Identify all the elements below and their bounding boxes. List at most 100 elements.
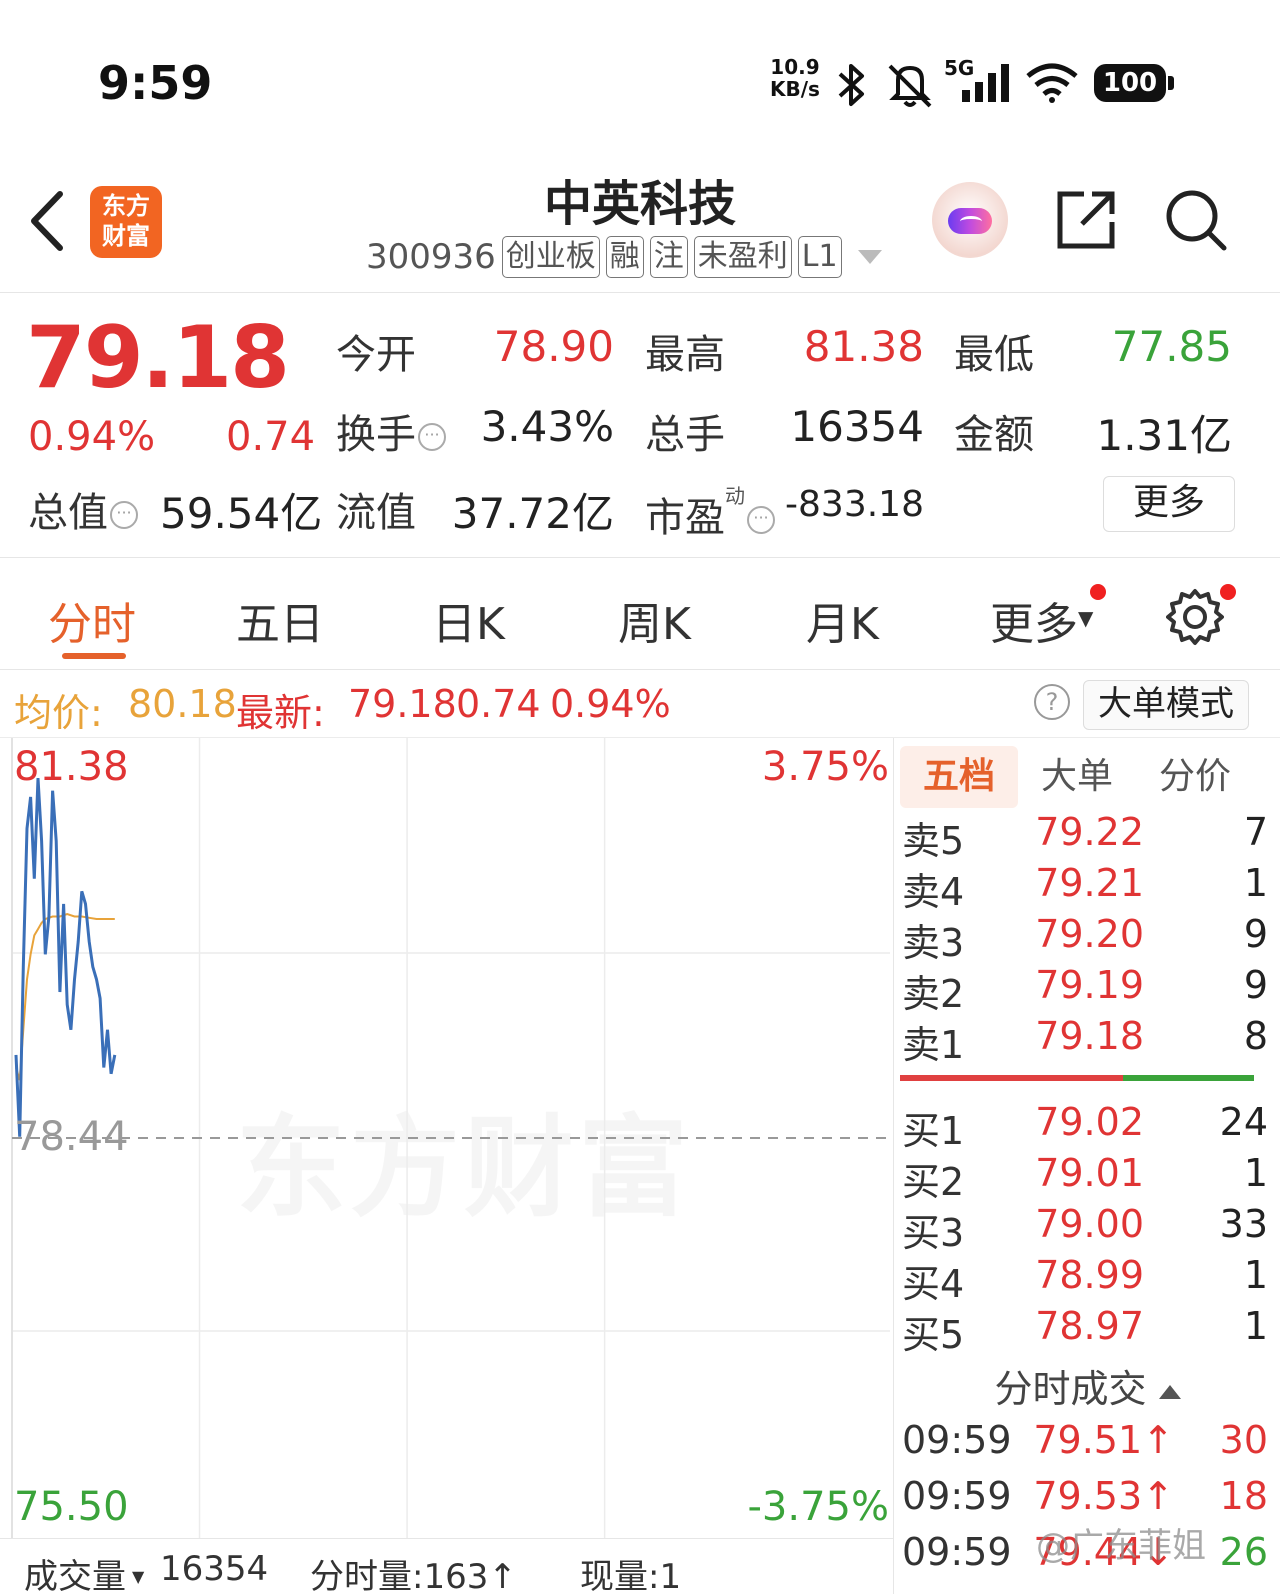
gear-icon[interactable] — [1166, 588, 1224, 646]
assistant-robot-icon[interactable] — [932, 182, 1008, 258]
minute-volume: 分时量:163↑ — [310, 1557, 517, 1594]
info-icon[interactable]: ··· — [110, 501, 138, 529]
tab-price-distribution[interactable]: 分价 — [1136, 746, 1254, 808]
info-icon[interactable]: ··· — [747, 506, 775, 534]
header: 东方 财富 中英科技 300936 创业板 融 注 未盈利 L1 — [0, 150, 1280, 293]
bid-volume: 33 — [1219, 1202, 1268, 1246]
bid-price: 79.02 — [1035, 1100, 1144, 1144]
last-price: 79.18 — [26, 308, 290, 408]
search-icon[interactable] — [1164, 188, 1228, 252]
high-label: 最高 — [645, 332, 725, 378]
turnover-value: 3.43% — [480, 402, 614, 451]
status-bar: 9:59 10.9 KB/s 5G 100 — [0, 0, 1280, 150]
mktcap-label[interactable]: 总值 ··· — [28, 480, 138, 538]
y-right-max-label: 3.75% — [761, 744, 889, 790]
pe-value: -833.18 — [785, 484, 924, 525]
stock-code: 300936 — [366, 237, 496, 277]
bid-row: 买5 78.97 1 — [902, 1304, 1274, 1357]
ask-price: 79.19 — [1035, 963, 1144, 1007]
weibo-watermark: @广东菲姐 — [1036, 1526, 1206, 1566]
tab-five-levels[interactable]: 五档 — [900, 746, 1018, 808]
pct-change: 0.94% — [28, 414, 156, 460]
trade-price: 79.51↑ — [1033, 1418, 1174, 1462]
active-tab-indicator — [62, 653, 126, 659]
ask-row: 卖4 79.21 1 — [902, 861, 1274, 914]
chevron-down-icon[interactable] — [857, 250, 882, 264]
trade-volume: 26 — [1219, 1530, 1268, 1574]
caret-down-icon: ▼ — [132, 1567, 145, 1586]
tab-big-orders[interactable]: 大单 — [1018, 746, 1136, 808]
tab-five-day[interactable]: 五日 — [236, 588, 324, 652]
bid-label: 买1 — [902, 1109, 965, 1153]
tab-intraday[interactable]: 分时 — [48, 588, 136, 652]
bid-row: 买3 79.00 33 — [902, 1202, 1274, 1255]
stock-subtitle[interactable]: 300936 创业板 融 注 未盈利 L1 — [366, 236, 882, 278]
chart-canvas — [11, 738, 890, 1538]
tab-more[interactable]: 更多▼ — [990, 588, 1093, 652]
trade-time: 09:59 — [902, 1418, 1012, 1462]
ask-row: 卖2 79.19 9 — [902, 963, 1274, 1016]
tag-level: L1 — [797, 236, 842, 278]
bid-volume: 1 — [1243, 1253, 1268, 1297]
volume-label: 总手 — [645, 412, 725, 458]
trade-price: 79.53↑ — [1033, 1474, 1174, 1518]
tab-monthly-k[interactable]: 月K — [806, 588, 879, 652]
info-icon[interactable]: ··· — [418, 423, 446, 451]
wifi-icon — [1026, 63, 1078, 103]
ask-volume: 8 — [1243, 1014, 1268, 1058]
mktcap-value: 59.54亿 — [160, 489, 323, 538]
open-label: 今开 — [336, 332, 416, 378]
mktcap-label-text: 总值 — [28, 490, 108, 536]
turnover-label[interactable]: 换手 ··· — [336, 402, 446, 460]
bluetooth-icon — [838, 64, 864, 106]
latest-label: 最新: — [236, 691, 325, 735]
ask-price: 79.18 — [1035, 1014, 1144, 1058]
trades-title[interactable]: 分时成交 — [894, 1358, 1280, 1413]
ask-volume: 7 — [1243, 810, 1268, 854]
low-value: 77.85 — [1111, 322, 1232, 371]
bid-row: 买4 78.99 1 — [902, 1253, 1274, 1306]
bid-volume: 24 — [1219, 1100, 1268, 1144]
abs-change: 0.74 — [226, 414, 316, 460]
amount-label: 金额 — [954, 412, 1034, 458]
turnover-label-text: 换手 — [336, 412, 416, 458]
avg-price-value: 80.18 — [128, 682, 237, 726]
ask-price: 79.21 — [1035, 861, 1144, 905]
bid-row: 买1 79.02 24 — [902, 1100, 1274, 1153]
tag-unprofitable: 未盈利 — [693, 236, 792, 278]
bid-volume: 1 — [1243, 1151, 1268, 1195]
amount-value: 1.31亿 — [1096, 411, 1232, 460]
ask-row: 卖3 79.20 9 — [902, 912, 1274, 965]
signal-icon — [962, 64, 1009, 102]
y-mid-label: 78.44 — [14, 1114, 129, 1160]
share-icon[interactable] — [1054, 188, 1118, 252]
volume-total: 16354 — [160, 1549, 269, 1589]
pe-label[interactable]: 市盈动··· — [645, 480, 775, 543]
bid-price: 79.00 — [1035, 1202, 1144, 1246]
trade-time: 09:59 — [902, 1474, 1012, 1518]
bid-label: 买4 — [902, 1262, 965, 1306]
notification-dot — [1220, 584, 1236, 600]
float-value: 37.72亿 — [451, 489, 614, 538]
trade-volume: 18 — [1219, 1474, 1268, 1518]
bid-price: 79.01 — [1035, 1151, 1144, 1195]
tab-daily-k[interactable]: 日K — [432, 588, 505, 652]
latest-pct: 0.94% — [550, 682, 671, 726]
caret-down-icon: ▼ — [1078, 606, 1094, 630]
avg-price-label: 均价: — [14, 691, 103, 735]
latest-change: 0.74 — [456, 682, 541, 726]
ask-label: 卖1 — [902, 1023, 965, 1067]
ask-label: 卖3 — [902, 921, 965, 965]
current-volume: 现量:1 — [580, 1557, 682, 1594]
ask-label: 卖5 — [902, 819, 965, 863]
intraday-chart[interactable]: 东方财富 81.38 78.44 75.50 3.75% -3.75% — [0, 738, 893, 1538]
volume-indicator-select[interactable]: 成交量 ▼ — [24, 1549, 144, 1594]
low-label: 最低 — [954, 332, 1034, 378]
ask-volume: 9 — [1243, 912, 1268, 956]
help-icon[interactable]: ? — [1034, 684, 1070, 720]
more-button[interactable]: 更多 — [1103, 476, 1235, 532]
ask-label: 卖4 — [902, 870, 965, 914]
tab-weekly-k[interactable]: 周K — [618, 588, 691, 652]
ask-row: 卖5 79.22 7 — [902, 810, 1274, 863]
big-order-mode-button[interactable]: 大单模式 — [1083, 680, 1249, 730]
